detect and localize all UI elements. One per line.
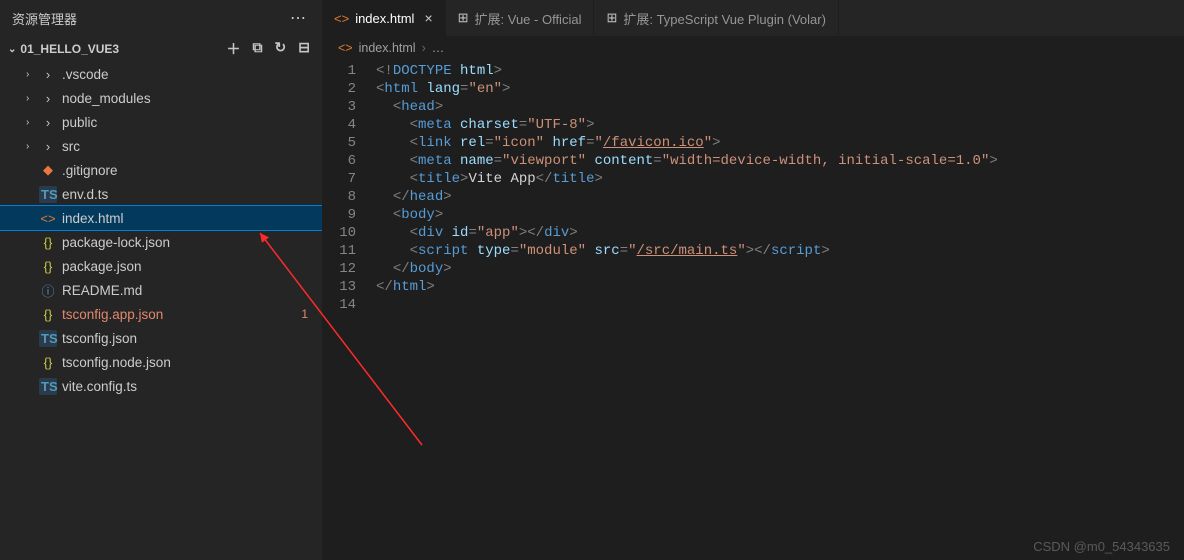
tree-item-label: index.html xyxy=(62,211,124,226)
line-gutter: 1234567891011121314 xyxy=(322,62,376,560)
refresh-icon[interactable]: ↻ xyxy=(275,39,287,59)
new-file-icon[interactable]: ＋ xyxy=(227,39,241,59)
code-line[interactable]: <body> xyxy=(376,206,1184,224)
code-editor[interactable]: 1234567891011121314 <!DOCTYPE html><html… xyxy=(322,60,1184,560)
chevron-right-icon: › xyxy=(26,93,36,104)
git-icon: ◆ xyxy=(39,162,57,178)
tree-item-label: vite.config.ts xyxy=(62,379,137,394)
code-line[interactable]: <!DOCTYPE html> xyxy=(376,62,1184,80)
folder-icon: › xyxy=(39,139,57,154)
tree-item-label: tsconfig.app.json xyxy=(62,307,163,322)
tree-file[interactable]: {} package.json xyxy=(0,254,322,278)
sidebar-title: 资源管理器 xyxy=(12,9,77,28)
tree-file[interactable]: TS vite.config.ts xyxy=(0,374,322,398)
json-icon: {} xyxy=(39,259,57,274)
breadcrumb-separator: › xyxy=(422,41,426,55)
tree-item-label: tsconfig.node.json xyxy=(62,355,171,370)
tree-folder[interactable]: ›› node_modules xyxy=(0,86,322,110)
tab-label: 扩展: TypeScript Vue Plugin (Volar) xyxy=(623,9,826,28)
tree-folder[interactable]: ›› .vscode xyxy=(0,62,322,86)
project-header[interactable]: ⌄ 01_HELLO_VUE3 ＋ ⧉ ↻ ⊟ xyxy=(0,36,322,62)
breadcrumb-rest: … xyxy=(432,41,445,55)
code-line[interactable]: <title>Vite App</title> xyxy=(376,170,1184,188)
editor-tab[interactable]: <> index.html × xyxy=(322,0,446,36)
tree-item-label: package-lock.json xyxy=(62,235,170,250)
code-line[interactable]: <meta charset="UTF-8"> xyxy=(376,116,1184,134)
code-line[interactable]: <link rel="icon" href="/favicon.ico"> xyxy=(376,134,1184,152)
tree-file[interactable]: ◆ .gitignore xyxy=(0,158,322,182)
chevron-right-icon: › xyxy=(26,69,36,80)
tree-file[interactable]: {} tsconfig.node.json xyxy=(0,350,322,374)
tab-bar: <> index.html × ⊞ 扩展: Vue - Official ⊞ 扩展: Typ… xyxy=(322,0,1184,36)
project-name: 01_HELLO_VUE3 xyxy=(20,42,119,56)
code-line[interactable]: <script type="module" src="/src/main.ts"… xyxy=(376,242,1184,260)
tree-item-label: package.json xyxy=(62,259,142,274)
close-icon[interactable]: × xyxy=(424,10,432,26)
chevron-right-icon: › xyxy=(26,117,36,128)
folder-icon: › xyxy=(39,67,57,82)
json-icon: {} xyxy=(39,355,57,370)
tab-label: index.html xyxy=(355,11,414,26)
tree-folder[interactable]: ›› src xyxy=(0,134,322,158)
html-icon: <> xyxy=(338,41,353,55)
json-icon: {} xyxy=(39,307,57,322)
tree-item-label: .vscode xyxy=(62,67,109,82)
tree-item-label: tsconfig.json xyxy=(62,331,137,346)
chevron-right-icon: › xyxy=(26,141,36,152)
watermark: CSDN @m0_54343635 xyxy=(1033,539,1170,554)
tree-item-label: src xyxy=(62,139,80,154)
tree-file[interactable]: <> index.html xyxy=(0,206,322,230)
tree-file[interactable]: {} package-lock.json xyxy=(0,230,322,254)
tab-icon: ⊞ xyxy=(458,10,469,26)
breadcrumb[interactable]: <> index.html › … xyxy=(322,36,1184,60)
tab-icon: ⊞ xyxy=(606,10,617,26)
code-line[interactable]: <head> xyxy=(376,98,1184,116)
code-content[interactable]: <!DOCTYPE html><html lang="en"> <head> <… xyxy=(376,62,1184,560)
tree-item-label: node_modules xyxy=(62,91,151,106)
folder-actions: ＋ ⧉ ↻ ⊟ xyxy=(227,39,314,59)
ts-icon: TS xyxy=(39,186,57,203)
chevron-down-icon: ⌄ xyxy=(8,44,16,55)
tree-item-label: README.md xyxy=(62,283,142,298)
code-line[interactable]: <meta name="viewport" content="width=dev… xyxy=(376,152,1184,170)
problems-badge: 1 xyxy=(301,307,314,321)
sidebar-header: 资源管理器 ⋯ xyxy=(0,0,322,36)
more-actions-icon[interactable]: ⋯ xyxy=(286,8,310,28)
ts-icon: TS xyxy=(39,330,57,347)
code-line[interactable] xyxy=(376,296,1184,314)
tree-item-label: .gitignore xyxy=(62,163,118,178)
explorer-sidebar: 资源管理器 ⋯ ⌄ 01_HELLO_VUE3 ＋ ⧉ ↻ ⊟ ››.vscod… xyxy=(0,0,322,560)
editor-area: <> index.html × ⊞ 扩展: Vue - Official ⊞ 扩展: Typ… xyxy=(322,0,1184,560)
new-folder-icon[interactable]: ⧉ xyxy=(253,39,263,59)
html-icon: <> xyxy=(39,211,57,226)
tree-item-label: env.d.ts xyxy=(62,187,108,202)
tree-folder[interactable]: ›› public xyxy=(0,110,322,134)
tab-icon: <> xyxy=(334,11,349,26)
tab-label: 扩展: Vue - Official xyxy=(475,9,582,28)
editor-tab[interactable]: ⊞ 扩展: TypeScript Vue Plugin (Volar) xyxy=(594,0,838,36)
folder-icon: › xyxy=(39,115,57,130)
code-line[interactable]: </html> xyxy=(376,278,1184,296)
breadcrumb-file: index.html xyxy=(359,41,416,55)
code-line[interactable]: <div id="app"></div> xyxy=(376,224,1184,242)
collapse-icon[interactable]: ⊟ xyxy=(298,39,310,59)
json-icon: {} xyxy=(39,235,57,250)
tree-file[interactable]: ⓘ README.md xyxy=(0,278,322,302)
tree-item-label: public xyxy=(62,115,97,130)
tree-file[interactable]: {} tsconfig.app.json 1 xyxy=(0,302,322,326)
code-line[interactable]: </body> xyxy=(376,260,1184,278)
folder-icon: › xyxy=(39,91,57,106)
file-tree: ››.vscode››node_modules››public››src◆.gi… xyxy=(0,62,322,560)
code-line[interactable]: <html lang="en"> xyxy=(376,80,1184,98)
tree-file[interactable]: TS tsconfig.json xyxy=(0,326,322,350)
ts-icon: TS xyxy=(39,378,57,395)
app-root: 资源管理器 ⋯ ⌄ 01_HELLO_VUE3 ＋ ⧉ ↻ ⊟ ››.vscod… xyxy=(0,0,1184,560)
tree-file[interactable]: TS env.d.ts xyxy=(0,182,322,206)
editor-tab[interactable]: ⊞ 扩展: Vue - Official xyxy=(446,0,595,36)
info-icon: ⓘ xyxy=(39,281,57,300)
code-line[interactable]: </head> xyxy=(376,188,1184,206)
